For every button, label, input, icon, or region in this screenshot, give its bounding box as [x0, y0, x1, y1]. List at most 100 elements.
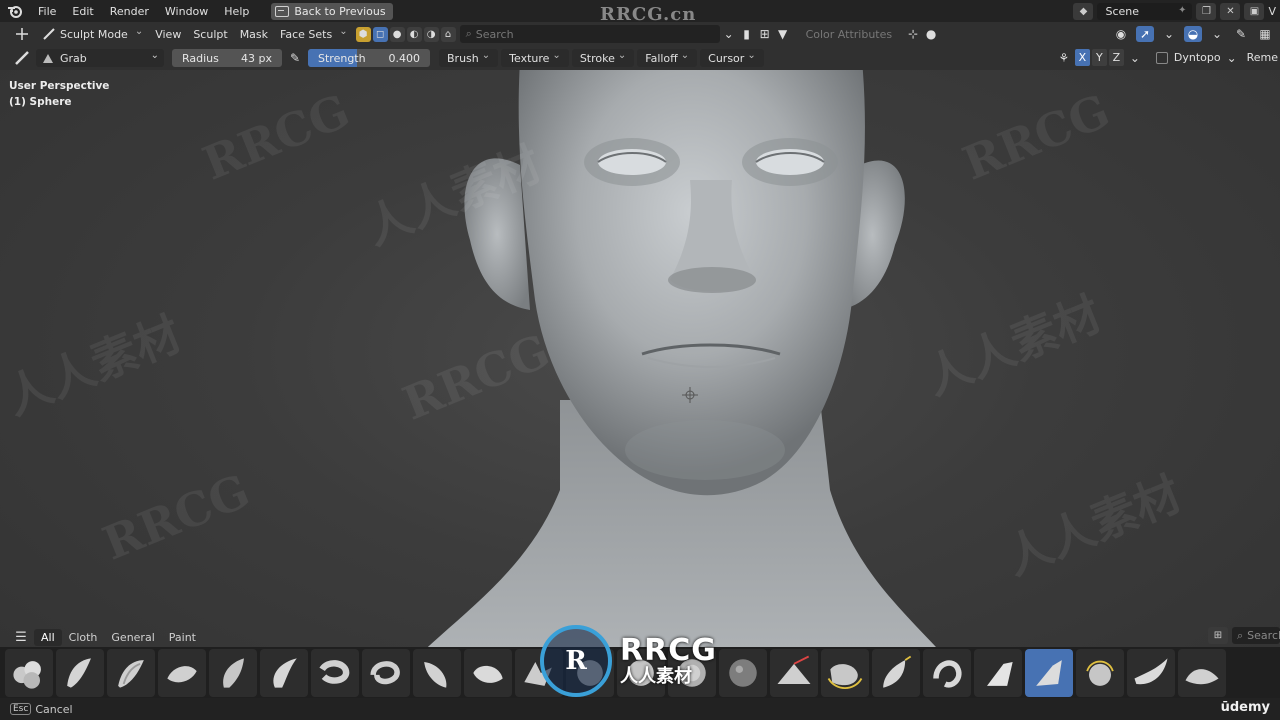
snap-icon[interactable]: ● [922, 26, 940, 42]
brush-thumbnail-17[interactable] [821, 648, 869, 697]
shading-render-icon[interactable]: ◑ [423, 26, 439, 42]
brush-thumbnail-4[interactable] [158, 648, 206, 697]
shelf-search-input[interactable]: ⌕ Search [1232, 627, 1280, 644]
panel-texture[interactable]: Texture [501, 49, 569, 67]
brush-thumbnail-19[interactable] [923, 648, 971, 697]
brush-preview-icon [827, 663, 863, 689]
delete-scene-icon[interactable]: ✕ [1220, 2, 1241, 20]
brush-preview-icon [933, 659, 962, 688]
dyntopo-checkbox[interactable] [1155, 51, 1168, 64]
shading-material-icon[interactable]: ◐ [406, 26, 422, 42]
brush-thumbnail-10[interactable] [464, 648, 512, 697]
shelf-tab-paint[interactable]: Paint [162, 629, 203, 646]
view-layer-label: V [1268, 4, 1276, 18]
shelf-tab-general[interactable]: General [104, 629, 161, 646]
menu-render[interactable]: Render [102, 5, 157, 18]
viewport-options-icon[interactable]: ⊞ [756, 26, 774, 42]
axis-x-toggle[interactable]: X [1074, 49, 1090, 66]
menu-mask[interactable]: Mask [234, 28, 274, 41]
remesh-label[interactable]: Reme [1247, 51, 1278, 64]
radius-slider[interactable]: Radius 43 px [172, 49, 282, 67]
symmetry-icon[interactable]: ⚘ [1055, 50, 1073, 66]
3d-viewport[interactable]: RRCG 人人素材 RRCG 人人素材 RRCG 人人素材 RRCG 人人素材 … [0, 70, 1280, 698]
brush-thumbnail-23[interactable] [1127, 648, 1175, 697]
brush-thumbnail-5[interactable] [209, 648, 257, 697]
menu-help[interactable]: Help [216, 5, 257, 18]
back-to-previous-button[interactable]: Back to Previous [271, 2, 393, 20]
brush-thumbnail-21[interactable] [1025, 648, 1073, 697]
new-scene-icon[interactable]: ❐ [1196, 2, 1217, 20]
symmetry-chevron-icon[interactable]: ⌄ [1126, 50, 1144, 66]
menu-sculpt[interactable]: Sculpt [187, 28, 233, 41]
overlays-icon[interactable]: ◒ [1184, 26, 1202, 42]
dyntopo-chevron-icon[interactable]: ⌄ [1223, 50, 1241, 66]
overlay-chevron-icon[interactable]: ⌄ [1160, 26, 1178, 42]
gizmo-icon[interactable]: ➚ [1136, 26, 1154, 42]
bookmark-icon[interactable]: ▮ [738, 26, 756, 42]
brush-thumbnail-22[interactable] [1076, 648, 1124, 697]
visibility-icon[interactable]: ◉ [1112, 26, 1130, 42]
brush-thumbnail-1[interactable] [5, 648, 53, 697]
brush-thumbnail-7[interactable] [311, 648, 359, 697]
shelf-tab-cloth[interactable]: Cloth [62, 629, 105, 646]
menu-face-sets[interactable]: Face Sets [274, 28, 354, 41]
brush-thumbnail-2[interactable] [56, 648, 104, 697]
axis-y-toggle[interactable]: Y [1091, 49, 1107, 66]
shading-group: ⬢ ◻ ● ◐ ◑ ⌂ [355, 26, 456, 42]
shelf-tab-all[interactable]: All [34, 628, 62, 646]
panel-stroke[interactable]: Stroke [571, 49, 635, 67]
menu-file[interactable]: File [30, 5, 64, 18]
filter-icon[interactable]: ▼ [774, 26, 792, 42]
shading-pen-icon[interactable]: ✎ [1232, 26, 1250, 42]
blender-logo-icon[interactable] [0, 0, 30, 22]
pin-icon[interactable]: ✦ [1178, 5, 1186, 16]
transform-pivot-icon[interactable] [8, 27, 36, 41]
search-icon: ⌕ [465, 27, 472, 40]
menu-edit[interactable]: Edit [64, 5, 101, 18]
xray-icon[interactable]: ⌄ [1208, 26, 1226, 42]
axis-z-toggle[interactable]: Z [1108, 49, 1124, 66]
brush-thumbnail-16[interactable] [770, 648, 818, 697]
shelf-menu-icon[interactable]: ☰ [8, 630, 34, 645]
brush-selector[interactable]: Grab ⌄ [36, 49, 164, 67]
view-layer-icon[interactable]: ▣ [1244, 2, 1265, 20]
strength-slider[interactable]: Strength 0.400 [308, 49, 430, 67]
shading-matcap-icon[interactable]: ● [389, 26, 405, 42]
scene-icon[interactable]: ◆ [1073, 2, 1094, 20]
search-icon: ⌕ [1237, 628, 1244, 642]
shading-extra-icon[interactable]: ⌂ [440, 26, 456, 42]
shading-wire-icon[interactable]: ◻ [372, 26, 388, 42]
brush-thumbnail-24[interactable] [1178, 648, 1226, 697]
brush-thumbnail-8[interactable] [362, 648, 410, 697]
header-search-input[interactable]: ⌕ Search [459, 25, 720, 43]
mode-label: Sculpt Mode [60, 27, 128, 41]
menu-window[interactable]: Window [157, 5, 216, 18]
active-object-label: (1) Sphere [9, 96, 72, 108]
brush-thumbnail-3[interactable] [107, 648, 155, 697]
shelf-right: ⊞ ⌕ Search [1208, 627, 1280, 644]
brush-thumbnail-9[interactable] [413, 648, 461, 697]
shelf-display-icon[interactable]: ⊞ [1208, 627, 1228, 644]
brush-thumbnail-18[interactable] [872, 648, 920, 697]
panel-cursor[interactable]: Cursor [700, 49, 764, 67]
brush-preview-icon [273, 657, 297, 688]
color-attributes-label[interactable]: Color Attributes [806, 28, 893, 41]
scene-field[interactable]: Scene ✦ [1097, 2, 1193, 20]
brush-preview-icon [987, 661, 1013, 686]
pressure-pen-icon[interactable]: ✎ [286, 50, 304, 66]
mode-selector[interactable]: Sculpt Mode [36, 27, 149, 41]
menu-view[interactable]: View [149, 28, 187, 41]
chevron-down-icon[interactable]: ⌄ [720, 26, 738, 42]
sculpt-head-mesh[interactable] [0, 70, 1280, 698]
viewport-info: User Perspective (1) Sphere [9, 78, 109, 110]
shading-solid-icon[interactable]: ⬢ [355, 26, 371, 42]
brush-tool-icon[interactable] [14, 50, 30, 66]
shading-options-icon[interactable]: ▦ [1256, 26, 1274, 42]
panel-falloff[interactable]: Falloff [637, 49, 698, 67]
brush-thumbnail-6[interactable] [260, 648, 308, 697]
dyntopo-label[interactable]: Dyntopo [1174, 51, 1221, 64]
pivot-options-icon[interactable]: ⊹ [904, 26, 922, 42]
panel-brush[interactable]: Brush [439, 49, 499, 67]
brush-thumbnail-20[interactable] [974, 648, 1022, 697]
brush-preview-icon [167, 665, 197, 682]
